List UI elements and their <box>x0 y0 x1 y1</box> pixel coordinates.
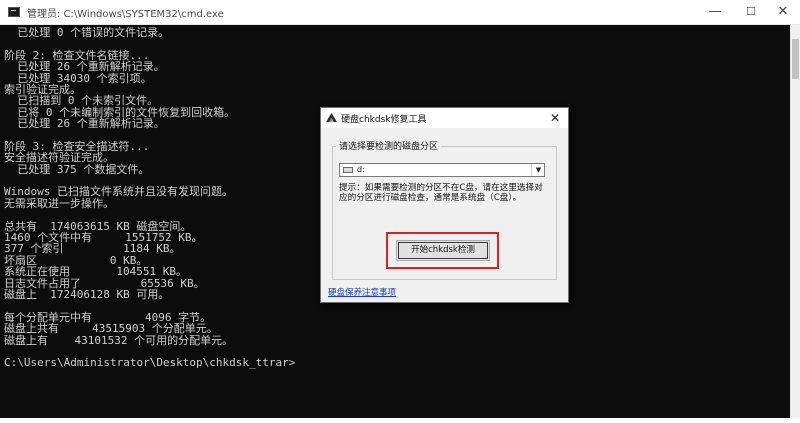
scrollbar-thumb[interactable] <box>792 39 799 79</box>
chkdsk-tool-dialog: 硬盘chkdsk修复工具 ✕ 请选择要检测的磁盘分区 d: ▼ 提示：如果需要检… <box>320 107 569 303</box>
start-chkdsk-button[interactable]: 开始chkdsk检测 <box>396 240 490 261</box>
close-button[interactable]: ✕ <box>768 2 798 22</box>
console-line: C:\Users\Administrator\Desktop\chkdsk_tt… <box>4 356 296 370</box>
dialog-titlebar[interactable]: 硬盘chkdsk修复工具 ✕ <box>321 108 568 128</box>
console-line: 已处理 0 个错误的文件记录。 <box>4 26 170 39</box>
console-line: 无需采取进一步操作。 <box>4 196 114 210</box>
console-line: 安全描述符验证完成。 <box>4 151 114 165</box>
drive-dropdown[interactable]: d: ▼ <box>339 163 545 177</box>
maximize-button[interactable]: ☐ <box>736 2 766 22</box>
minimize-button[interactable]: — <box>700 2 730 22</box>
console-output: 已处理 0 个错误的文件记录。 阶段 2: 检查文件名链接... 已处理 26 个… <box>4 27 295 369</box>
window-titlebar[interactable]: 管理员: C:\Windows\SYSTEM32\cmd.exe — ☐ ✕ <box>0 0 800 25</box>
drive-icon <box>343 167 353 173</box>
console-line: 磁盘上有 43101532 个可用的分配单元。 <box>4 333 234 347</box>
console-line: 系统正在使用 104551 KB。 <box>4 265 187 279</box>
group-label: 请选择要检测的磁盘分区 <box>336 139 442 152</box>
tool-app-icon <box>326 113 337 122</box>
console-line: 已处理 26 个重新解析记录。 <box>4 60 165 74</box>
console-line: 磁盘上 172406128 KB 可用。 <box>4 287 170 301</box>
cmd-app-icon <box>8 7 20 17</box>
console-line: 已处理 26 个重新解析记录。 <box>4 117 165 131</box>
console-line: 磁盘上共有 43515903 个分配单元。 <box>4 322 218 336</box>
maintenance-notes-link[interactable]: 硬盘保养注意事项 <box>328 286 396 298</box>
dialog-close-button[interactable]: ✕ <box>546 110 564 126</box>
hint-text: 提示：如果需要检测的分区不在C盘，请在这里选择对应的分区进行磁盘检查，通常是系统… <box>339 183 543 203</box>
window-title: 管理员: C:\Windows\SYSTEM32\cmd.exe <box>27 9 224 20</box>
chevron-down-icon[interactable]: ▼ <box>531 164 545 176</box>
dialog-title: 硬盘chkdsk修复工具 <box>341 115 427 125</box>
console-line: 已处理 375 个数据文件。 <box>4 162 150 176</box>
console-scrollbar[interactable] <box>790 25 800 418</box>
selected-drive: d: <box>357 165 365 174</box>
